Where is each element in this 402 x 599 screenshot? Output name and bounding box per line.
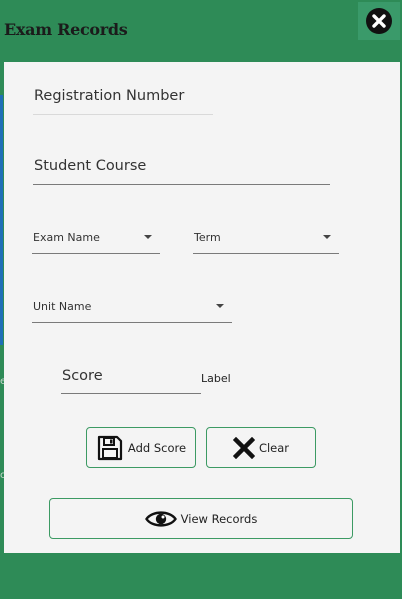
eye-icon bbox=[144, 510, 177, 527]
field-underline bbox=[32, 253, 160, 254]
view-records-button[interactable]: View Records bbox=[49, 498, 353, 539]
chevron-down-icon bbox=[323, 235, 331, 239]
clear-button[interactable]: Clear bbox=[206, 427, 316, 468]
score-placeholder: Score bbox=[62, 368, 103, 384]
registration-number-field[interactable]: Registration Number bbox=[33, 82, 213, 115]
chevron-down-icon bbox=[216, 304, 224, 308]
view-records-label: View Records bbox=[180, 511, 258, 526]
term-placeholder: Term bbox=[194, 231, 221, 244]
close-circle-icon bbox=[366, 8, 392, 34]
unit-name-dropdown[interactable]: Unit Name bbox=[32, 293, 232, 323]
window-title: Exam Records bbox=[4, 20, 128, 39]
chevron-down-icon bbox=[144, 235, 152, 239]
score-field[interactable]: Score bbox=[61, 362, 201, 394]
form-panel: Registration Number Student Course Exam … bbox=[4, 62, 400, 553]
add-score-label: Add Score bbox=[127, 440, 187, 455]
background-window-edge bbox=[0, 95, 3, 345]
exam-name-dropdown[interactable]: Exam Name bbox=[32, 224, 160, 254]
field-underline bbox=[33, 184, 330, 185]
unit-name-placeholder: Unit Name bbox=[33, 300, 92, 313]
field-underline bbox=[61, 393, 201, 394]
close-button[interactable] bbox=[358, 2, 400, 40]
x-mark-icon bbox=[232, 436, 255, 459]
student-course-field[interactable]: Student Course bbox=[33, 152, 330, 185]
clear-label: Clear bbox=[258, 440, 290, 455]
registration-number-placeholder: Registration Number bbox=[34, 88, 185, 104]
score-label: Label bbox=[201, 372, 231, 385]
student-course-placeholder: Student Course bbox=[34, 158, 147, 174]
field-underline bbox=[33, 114, 213, 115]
add-score-button[interactable]: Add Score bbox=[86, 427, 196, 468]
field-underline bbox=[193, 253, 339, 254]
exam-name-placeholder: Exam Name bbox=[33, 231, 100, 244]
term-dropdown[interactable]: Term bbox=[193, 224, 339, 254]
floppy-disk-icon bbox=[97, 435, 123, 460]
field-underline bbox=[32, 322, 232, 323]
